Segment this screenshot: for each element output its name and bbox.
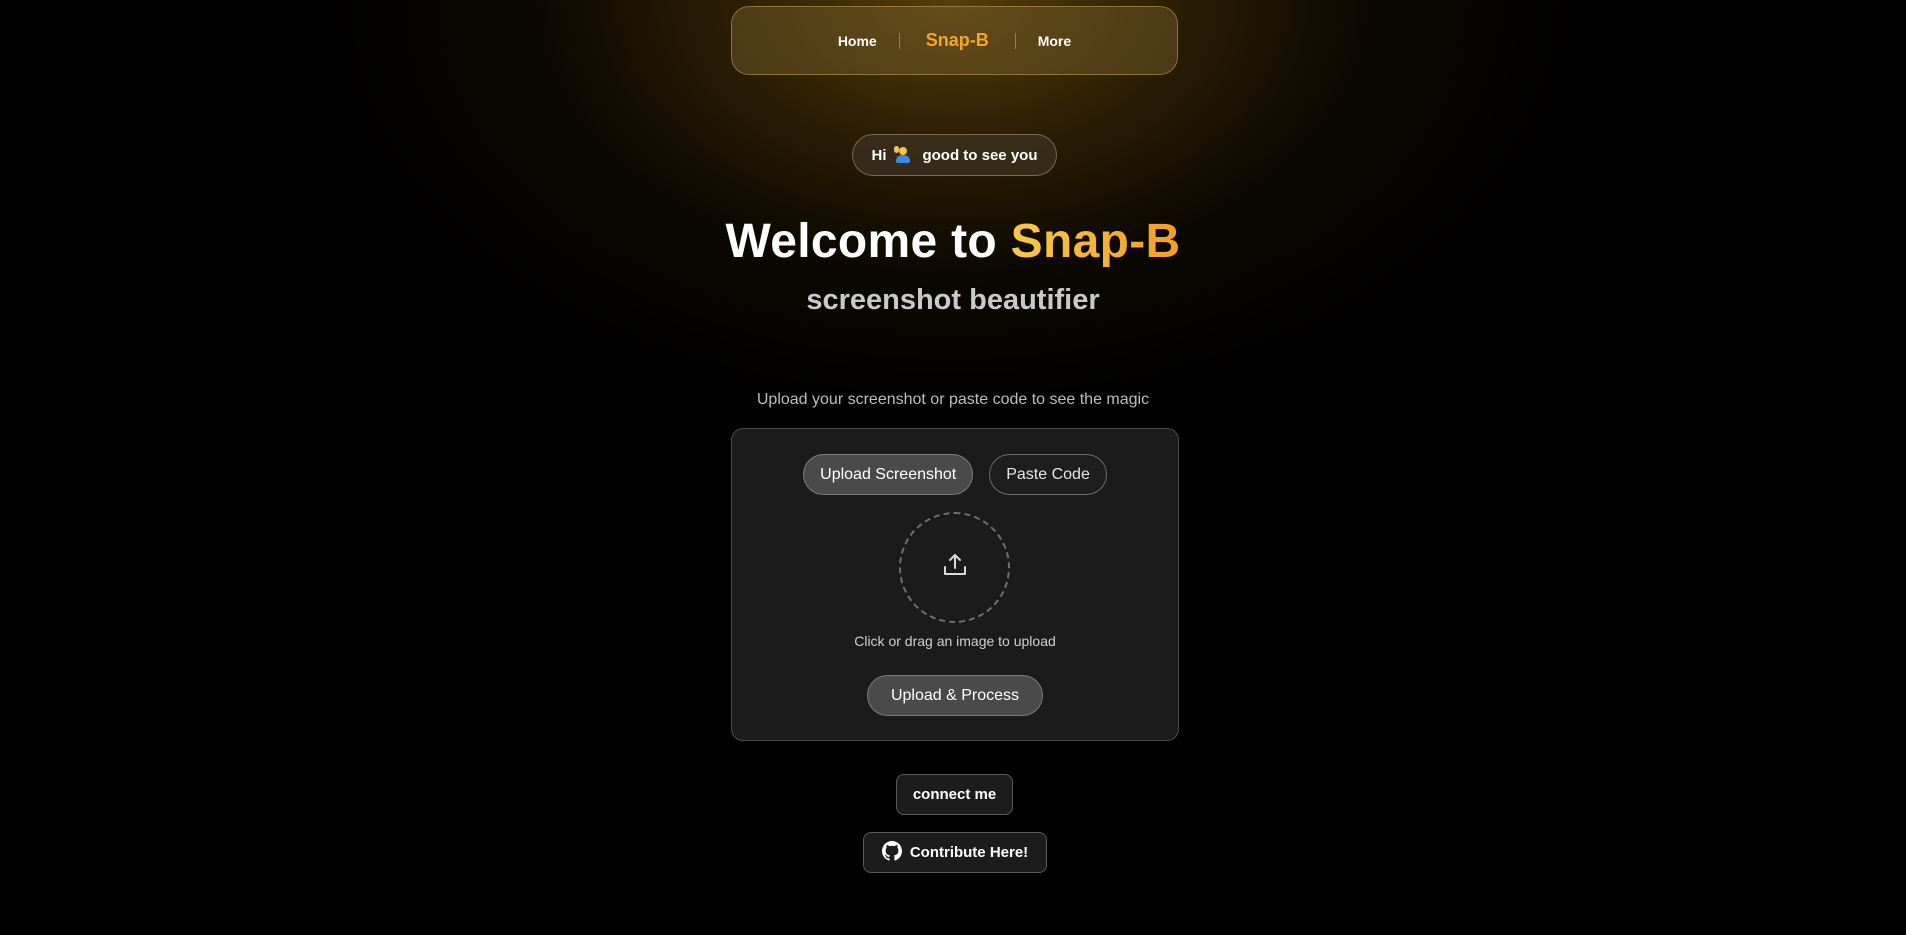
page-subtitle: screenshot beautifier: [806, 284, 1100, 316]
tagline: Upload your screenshot or paste code to …: [756, 391, 1150, 408]
nav-home-link[interactable]: Home: [816, 33, 899, 49]
dropzone-hint: Click or drag an image to upload: [854, 633, 1056, 649]
nav-brand-link[interactable]: Snap-B: [900, 30, 1015, 51]
greeting-message: good to see you: [922, 146, 1038, 164]
greeting-pill: Hi good to see you: [852, 134, 1057, 176]
page-title: Welcome to Snap-B: [0, 214, 1906, 269]
upload-card: Upload Screenshot Paste Code Click or dr…: [731, 428, 1179, 741]
contribute-button[interactable]: Contribute Here!: [863, 832, 1047, 873]
waving-person-icon: [894, 146, 912, 164]
page: Home Snap-B More Hi good to see you Welc…: [0, 0, 1906, 935]
tab-paste-code[interactable]: Paste Code: [989, 454, 1107, 495]
contribute-label: Contribute Here!: [909, 844, 1029, 861]
title-prefix: Welcome to: [725, 215, 998, 268]
upload-tray-icon: [942, 552, 968, 583]
tab-upload-screenshot[interactable]: Upload Screenshot: [803, 454, 974, 495]
top-navbar: Home Snap-B More: [731, 6, 1178, 75]
greeting-hi: Hi: [871, 146, 887, 164]
github-icon: [881, 840, 902, 865]
title-accent: Snap-B: [1010, 215, 1181, 268]
connect-button[interactable]: connect me: [896, 774, 1013, 815]
mode-tabs: Upload Screenshot Paste Code: [732, 454, 1178, 495]
nav-more-link[interactable]: More: [1016, 33, 1093, 49]
upload-process-button[interactable]: Upload & Process: [867, 675, 1043, 716]
image-dropzone[interactable]: [899, 512, 1010, 623]
